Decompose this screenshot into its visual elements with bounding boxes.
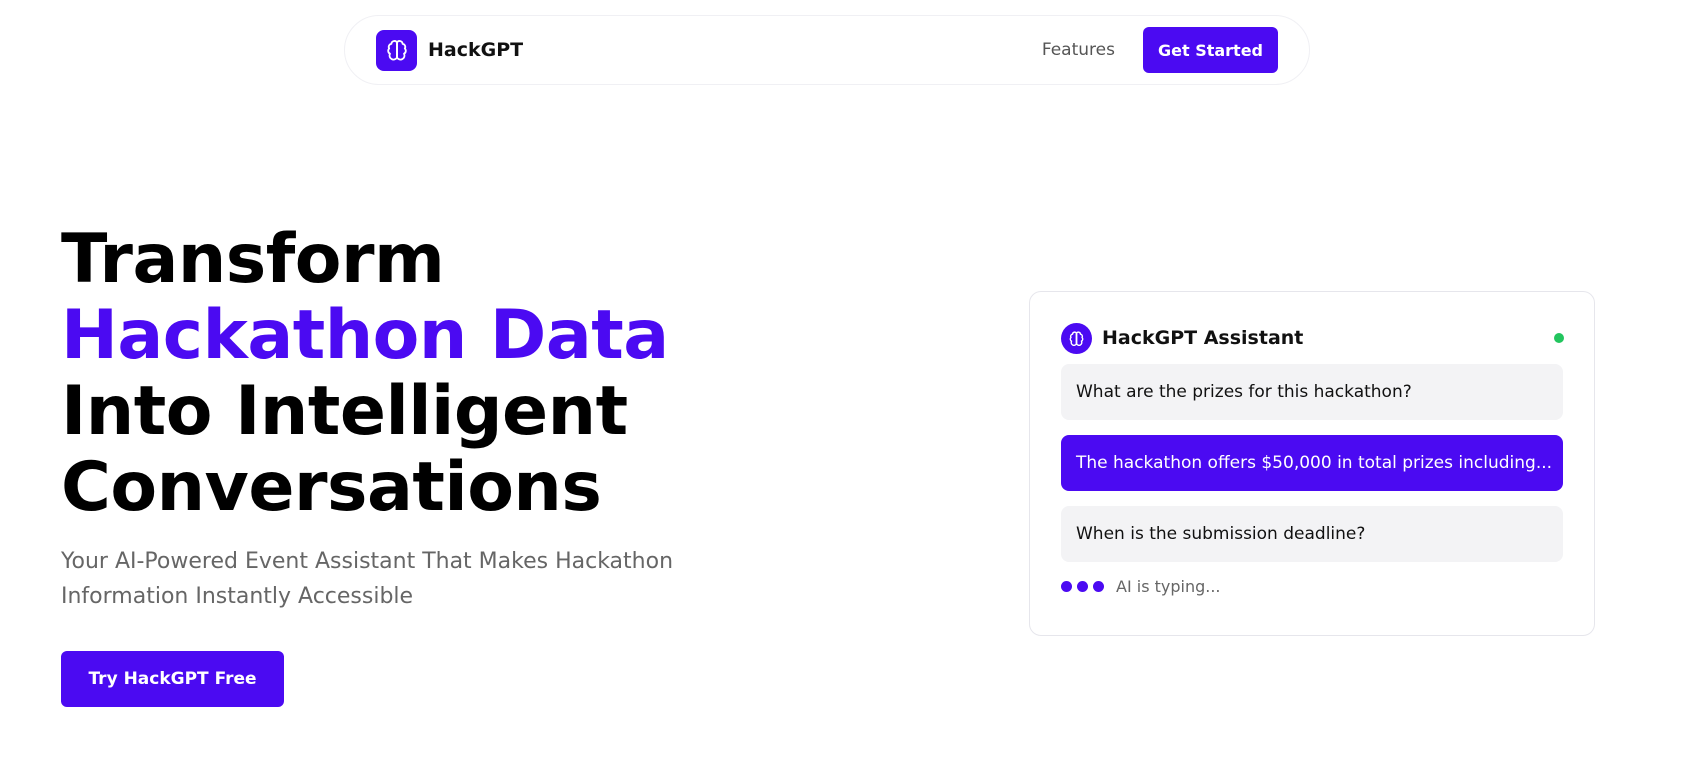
online-status-indicator — [1554, 333, 1564, 343]
typing-indicator: AI is typing... — [1061, 577, 1563, 596]
brand[interactable]: HackGPT — [376, 29, 524, 71]
chat-preview-card: HackGPT Assistant What are the prizes fo… — [1029, 291, 1595, 636]
typing-label: AI is typing... — [1116, 577, 1221, 596]
nav-actions: Features Get Started — [1042, 27, 1278, 73]
hero-title: Transform Hackathon Data Into Intelligen… — [61, 222, 669, 526]
brain-icon — [376, 29, 417, 71]
navbar: HackGPT Features Get Started — [344, 15, 1310, 85]
hero-title-highlight: Hackathon Data — [61, 296, 669, 375]
typing-dot — [1077, 581, 1088, 592]
hero-title-line-1: Transform — [61, 220, 445, 299]
chat-message-user: What are the prizes for this hackathon? — [1061, 364, 1563, 420]
chat-header: HackGPT Assistant — [1061, 322, 1564, 354]
brain-icon — [1061, 322, 1092, 354]
typing-dot — [1093, 581, 1104, 592]
typing-dots-icon — [1061, 581, 1104, 592]
get-started-button[interactable]: Get Started — [1142, 27, 1278, 73]
chat-message-user: When is the submission deadline? — [1061, 506, 1563, 562]
hero-title-line-4: Conversations — [61, 448, 602, 527]
chat-message-ai: The hackathon offers $50,000 in total pr… — [1061, 435, 1563, 491]
nav-link-features[interactable]: Features — [1042, 40, 1115, 60]
hero-title-line-3: Into Intelligent — [61, 372, 628, 451]
brand-name: HackGPT — [428, 39, 524, 61]
hero-subtitle: Your AI-Powered Event Assistant That Mak… — [61, 549, 674, 609]
typing-dot — [1061, 581, 1072, 592]
try-free-button[interactable]: Try HackGPT Free — [61, 651, 284, 707]
chat-title: HackGPT Assistant — [1102, 327, 1304, 349]
landing-page: HackGPT Features Get Started Transform H… — [0, 0, 1687, 760]
